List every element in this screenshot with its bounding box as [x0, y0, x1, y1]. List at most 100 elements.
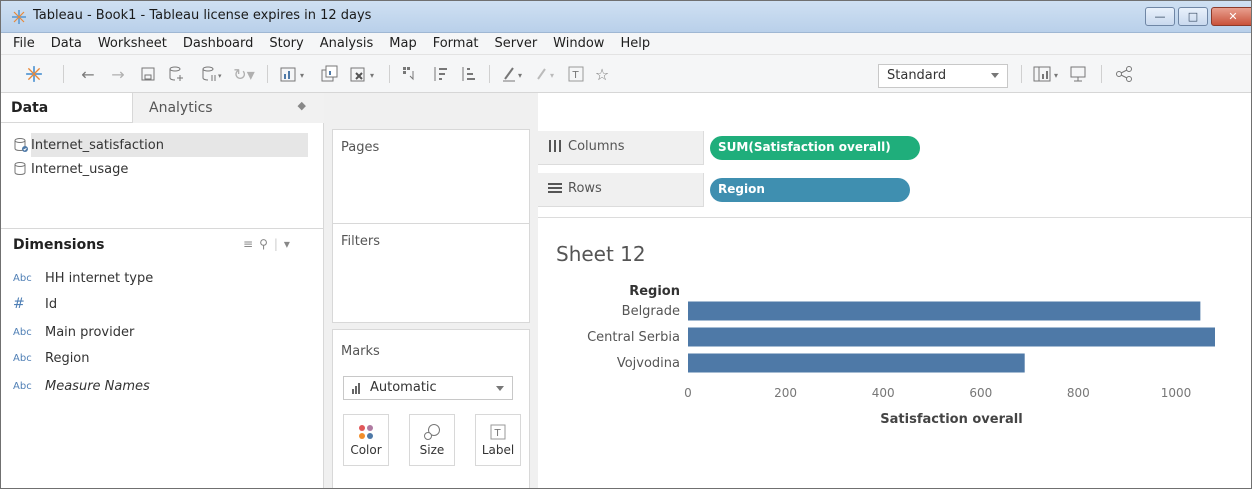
- duplicate-icon[interactable]: [315, 63, 345, 85]
- new-worksheet-icon[interactable]: ▾: [277, 63, 313, 85]
- cards-pane: Pages Filters Marks Automatic Color Size…: [324, 93, 538, 488]
- row-header-label: Region: [629, 284, 680, 299]
- svg-text:T: T: [572, 70, 580, 81]
- chevron-down-icon: [991, 73, 999, 78]
- forward-icon[interactable]: →: [107, 63, 129, 85]
- color-button[interactable]: Color: [343, 414, 389, 466]
- automatic-mark-icon: [352, 383, 364, 398]
- pages-label: Pages: [341, 140, 380, 155]
- field-measure-names[interactable]: Abc Measure Names: [13, 375, 150, 397]
- menu-map[interactable]: Map: [381, 36, 424, 51]
- menu-help[interactable]: Help: [612, 36, 658, 51]
- tableau-logo-icon[interactable]: [23, 63, 45, 85]
- filters-shelf[interactable]: Filters: [332, 223, 530, 323]
- label-icon[interactable]: T: [565, 63, 587, 85]
- field-label: Region: [45, 350, 90, 366]
- tab-data[interactable]: Data: [11, 100, 48, 116]
- field-type: Abc: [13, 272, 32, 284]
- fit-select[interactable]: Standard: [878, 64, 1008, 88]
- marks-label: Marks: [341, 344, 380, 359]
- sort-descending-icon[interactable]: [457, 63, 479, 85]
- pin-icon[interactable]: ◆: [298, 99, 306, 112]
- field-region[interactable]: Abc Region: [13, 347, 90, 369]
- svg-text:▾: ▾: [370, 71, 374, 80]
- rows-pill[interactable]: Region: [710, 178, 910, 202]
- chevron-down-icon: [496, 386, 504, 391]
- show-cards-icon[interactable]: ▾: [1031, 63, 1065, 85]
- x-tick-label: 0: [684, 386, 692, 400]
- label-button[interactable]: T Label: [475, 414, 521, 466]
- pane-divider: [1, 228, 324, 229]
- menu-worksheet[interactable]: Worksheet: [90, 36, 175, 51]
- pause-updates-icon[interactable]: ▾: [197, 63, 227, 85]
- menu-window[interactable]: Window: [545, 36, 612, 51]
- rows-shelf: Rows Region: [538, 173, 1251, 207]
- presentation-icon[interactable]: [1067, 63, 1089, 85]
- columns-pill[interactable]: SUM(Satisfaction overall): [710, 136, 920, 160]
- svg-text:▾: ▾: [1054, 71, 1058, 80]
- save-icon[interactable]: [137, 63, 159, 85]
- pin-icon[interactable]: ☆: [591, 63, 613, 85]
- sort-ascending-icon[interactable]: [429, 63, 451, 85]
- clear-icon[interactable]: ▾: [347, 63, 383, 85]
- menu-analysis[interactable]: Analysis: [312, 36, 382, 51]
- share-icon[interactable]: [1113, 63, 1135, 85]
- menu-dashboard[interactable]: Dashboard: [175, 36, 262, 51]
- menu-format[interactable]: Format: [425, 36, 487, 51]
- tab-analytics[interactable]: Analytics ◆: [132, 93, 324, 123]
- rows-icon: [548, 182, 562, 197]
- category-label: Central Serbia: [587, 330, 680, 345]
- group-icon[interactable]: ▾: [531, 63, 561, 85]
- bar-chart: Region Belgrade Central Serbia Vojvodina 0 20…: [587, 284, 1215, 427]
- data-pane: Data Analytics ◆ Internet_satisfaction I…: [1, 93, 324, 488]
- columns-drop-area[interactable]: SUM(Satisfaction overall): [703, 131, 1251, 165]
- fit-select-value: Standard: [887, 68, 947, 83]
- view-list-icon[interactable]: ≡: [243, 237, 253, 251]
- close-button[interactable]: ✕: [1211, 7, 1251, 26]
- menu-server[interactable]: Server: [487, 36, 546, 51]
- columns-label: Columns: [568, 139, 625, 154]
- refresh-icon[interactable]: ↻▾: [229, 63, 259, 85]
- maximize-button[interactable]: □: [1178, 7, 1208, 26]
- datasource-internet-usage[interactable]: Internet_usage: [14, 157, 308, 181]
- field-main-provider[interactable]: Abc Main provider: [13, 321, 134, 343]
- window-title: Tableau - Book1 - Tableau license expire…: [33, 8, 372, 23]
- field-hh-internet-type[interactable]: Abc HH internet type: [13, 267, 153, 289]
- datasource-internet-satisfaction[interactable]: Internet_satisfaction: [14, 133, 308, 157]
- field-type: #: [13, 296, 25, 312]
- minimize-button[interactable]: —: [1145, 7, 1175, 26]
- x-tick-label: 400: [872, 386, 895, 400]
- chevron-down-icon[interactable]: ▾: [284, 237, 290, 251]
- bar: [688, 353, 1025, 373]
- swap-icon[interactable]: [399, 63, 421, 85]
- marks-card: Marks Automatic Color Size T Label: [332, 329, 530, 488]
- x-tick-label: 800: [1067, 386, 1090, 400]
- field-label: Measure Names: [45, 378, 150, 394]
- add-datasource-icon[interactable]: [165, 63, 187, 85]
- color-icon: [344, 415, 388, 443]
- tableau-logo-icon: [11, 9, 27, 25]
- pages-shelf[interactable]: Pages: [332, 129, 530, 225]
- size-button[interactable]: Size: [409, 414, 455, 466]
- field-id[interactable]: # Id: [13, 293, 57, 315]
- menu-file[interactable]: File: [5, 36, 43, 51]
- datasource-label: Internet_usage: [31, 161, 129, 177]
- database-icon: [13, 161, 29, 181]
- view-canvas: Sheet 12 Region Belgrade Central Serbia Voj…: [538, 217, 1251, 488]
- svg-text:▾: ▾: [300, 71, 304, 80]
- menu-data[interactable]: Data: [43, 36, 90, 51]
- category-label: Belgrade: [622, 304, 680, 319]
- data-pane-tabs: Data Analytics ◆: [1, 93, 324, 123]
- highlight-icon[interactable]: ▾: [499, 63, 529, 85]
- x-axis-title: Satisfaction overall: [880, 412, 1022, 427]
- search-icon[interactable]: ⚲: [259, 237, 268, 251]
- rows-drop-area[interactable]: Region: [703, 173, 1251, 207]
- menu-story[interactable]: Story: [261, 36, 311, 51]
- back-icon[interactable]: ←: [77, 63, 99, 85]
- toolbar: ← → ▾ ↻▾ ▾ ▾ ▾ ▾ T ☆ Standard ▾: [1, 55, 1251, 93]
- field-label: Id: [45, 296, 58, 312]
- title-bar: Tableau - Book1 - Tableau license expire…: [1, 1, 1251, 33]
- menu-bar: File Data Worksheet Dashboard Story Anal…: [1, 33, 1251, 55]
- dimensions-tools: ≡ ⚲ | ▾: [243, 237, 290, 251]
- mark-type-select[interactable]: Automatic: [343, 376, 513, 400]
